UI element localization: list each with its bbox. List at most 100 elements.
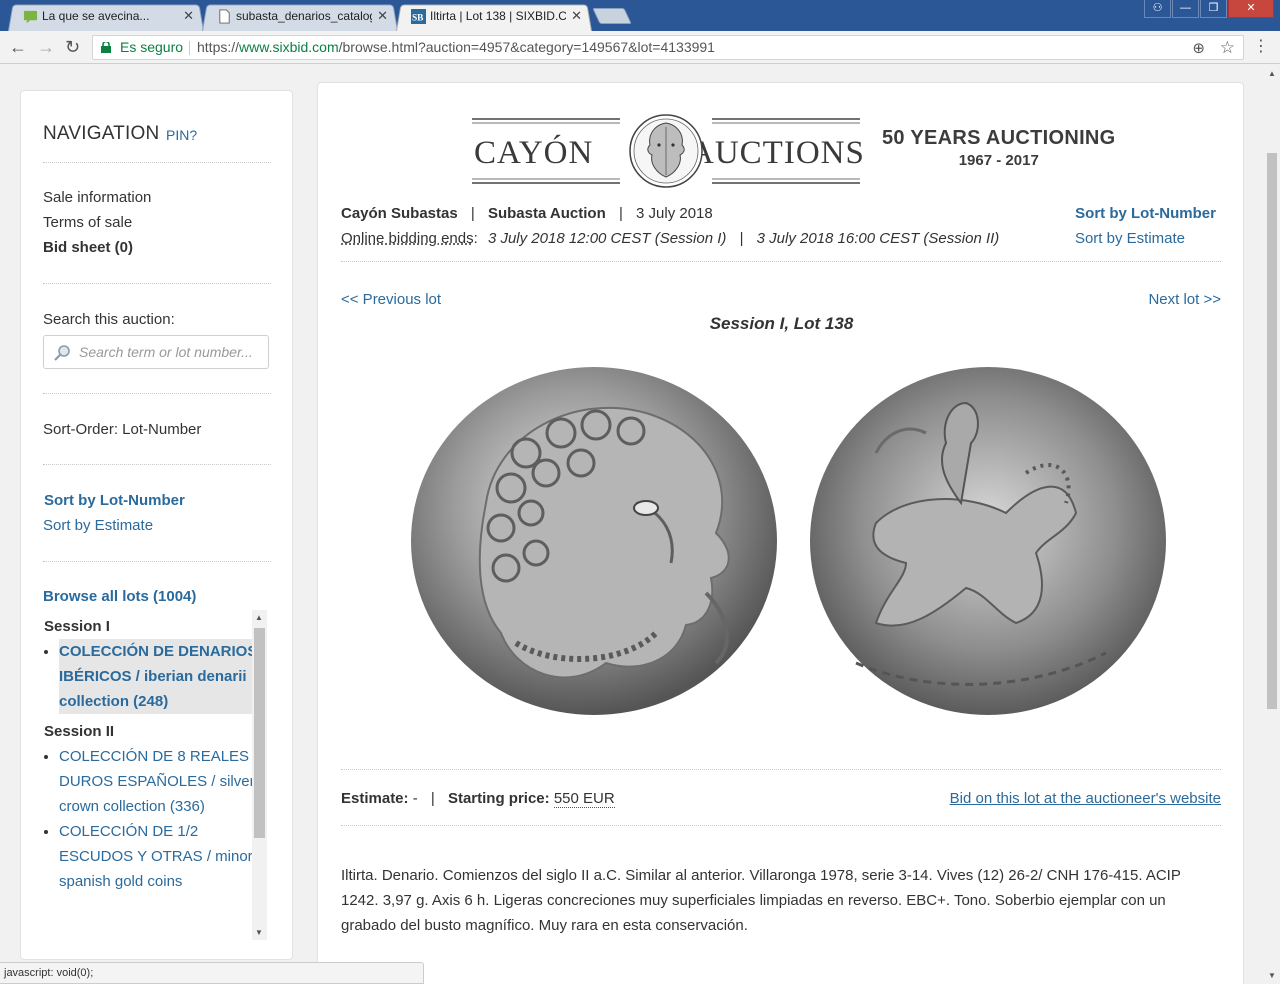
previous-lot-link[interactable]: << Previous lot [341, 291, 441, 308]
lock-icon [101, 42, 111, 53]
address-bar[interactable]: Es seguro https://www.sixbid.com/browse.… [92, 35, 1244, 60]
anniversary-line-1: 50 YEARS AUCTIONING [882, 127, 1116, 149]
bid-sheet-link[interactable]: Bid sheet (0) [43, 239, 133, 256]
search-input[interactable] [77, 342, 263, 362]
sort-by-estimate-link[interactable]: Sort by Estimate [43, 517, 153, 534]
divider [341, 769, 1221, 770]
sort-by-estimate-link[interactable]: Sort by Estimate [1075, 230, 1185, 247]
browse-all-lots-link[interactable]: Browse all lots (1004) [43, 588, 196, 605]
divider [43, 393, 271, 394]
close-tab-icon[interactable]: ✕ [183, 3, 194, 29]
coin-obverse [411, 367, 777, 715]
scroll-thumb[interactable] [1267, 153, 1277, 709]
bidding-ends-label[interactable]: Online bidding ends [341, 230, 474, 247]
divider [341, 261, 1221, 262]
reload-icon[interactable]: ↻ [65, 36, 80, 58]
next-lot-link[interactable]: Next lot >> [1148, 291, 1221, 308]
sort-by-lot-number-link[interactable]: Sort by Lot-Number [44, 492, 185, 509]
tab-strip: La que se avecina... ✕ subasta_denarios_… [0, 0, 1280, 31]
divider [43, 162, 271, 163]
divider [43, 283, 271, 284]
auction-date: 3 July 2018 [636, 205, 713, 222]
bidding-ends-line: Online bidding ends: 3 July 2018 12:00 C… [341, 230, 1000, 247]
back-arrow-icon[interactable]: ← [9, 36, 27, 58]
forward-arrow-icon[interactable]: → [37, 36, 55, 58]
category-ul: COLECCIÓN DE 8 REALES y DUROS ESPAÑOLES … [43, 744, 267, 894]
scroll-down-icon[interactable]: ▼ [1268, 971, 1276, 980]
starting-price-value[interactable]: 550 EUR [553, 790, 615, 808]
sale-information-link[interactable]: Sale information [43, 189, 151, 206]
tab-2[interactable]: subasta_denarios_catalog ✕ [202, 3, 398, 31]
session-heading: Session I [44, 618, 110, 635]
window-controls: ⚇ — ❐ ✕ [1143, 0, 1274, 20]
session-heading: Session II [44, 723, 115, 740]
coin-image[interactable] [406, 363, 1166, 723]
sort-order-text: Sort-Order: Lot-Number [43, 421, 202, 438]
auction-info-line: Cayón Subastas | Subasta Auction | 3 Jul… [341, 205, 713, 222]
search-box[interactable] [43, 335, 269, 369]
divider [341, 825, 1221, 826]
search-icon [54, 345, 70, 361]
minimize-icon[interactable]: — [1172, 0, 1199, 18]
anniversary-line-2: 1967 - 2017 [958, 152, 1039, 169]
page-content: NAVIGATION PIN? Sale information Terms o… [0, 65, 1264, 984]
bid-on-lot-link[interactable]: Bid on this lot at the auctioneer's webs… [950, 790, 1221, 807]
sort-by-lot-number-link[interactable]: Sort by Lot-Number [1075, 205, 1216, 222]
search-label: Search this auction: [43, 311, 175, 328]
close-tab-icon[interactable]: ✕ [571, 3, 582, 29]
sixbid-icon: SB [411, 9, 426, 24]
pin-link[interactable]: PIN? [166, 127, 197, 143]
category-list[interactable]: Session I COLECCIÓN DE DENARIOS IBÉRICOS… [43, 610, 267, 940]
tab-1-title: La que se avecina... [42, 9, 150, 23]
menu-kebab-icon[interactable]: ⋮ [1253, 37, 1269, 57]
category-item[interactable]: COLECCIÓN DE 8 REALES y DUROS ESPAÑOLES … [59, 744, 267, 819]
scroll-thumb[interactable] [254, 628, 265, 838]
close-tab-icon[interactable]: ✕ [377, 3, 388, 29]
anniversary-text: 50 YEARS AUCTIONING 1967 - 2017 [882, 127, 1116, 169]
close-window-icon[interactable]: ✕ [1228, 0, 1274, 18]
page-scrollbar[interactable]: ▲ ▼ [1264, 65, 1280, 984]
category-item-selected[interactable]: COLECCIÓN DE DENARIOS IBÉRICOS / iberian… [59, 639, 267, 714]
category-link[interactable]: COLECCIÓN DE 8 REALES y DUROS ESPAÑOLES … [59, 748, 261, 815]
logo-right-text: AUCTIONS [690, 135, 862, 171]
logo-left-text: CAYÓN [474, 133, 593, 171]
auction-house: Cayón Subastas [341, 205, 458, 222]
tab-1[interactable]: La que se avecina... ✕ [8, 3, 204, 31]
zoom-icon[interactable]: ⊕ [1192, 37, 1205, 60]
estimate-value: - [412, 790, 418, 807]
session-1-end: 3 July 2018 12:00 CEST (Session I) [487, 230, 727, 247]
navigation-title: NAVIGATION [43, 123, 160, 144]
new-tab-button[interactable] [592, 8, 632, 24]
lot-description: Iltirta. Denario. Comienzos del siglo II… [341, 867, 1181, 934]
category-link[interactable]: COLECCIÓN DE DENARIOS IBÉRICOS / iberian… [59, 643, 257, 710]
lot-panel: CAYÓN AUCTIONS 50 YEARS AUCTIONING 1967 … [317, 82, 1244, 984]
secure-label: Es seguro [120, 39, 184, 55]
bookmark-star-icon[interactable]: ☆ [1220, 36, 1235, 59]
tab-3-active[interactable]: SB Iltirta | Lot 138 | SIXBID.C ✕ [396, 3, 592, 31]
terms-of-sale-link[interactable]: Terms of sale [43, 214, 132, 231]
navigation-panel: NAVIGATION PIN? Sale information Terms o… [20, 90, 293, 960]
url-text[interactable]: https://www.sixbid.com/browse.html?aucti… [197, 36, 715, 59]
chat-icon [23, 10, 38, 24]
category-item[interactable]: COLECCIÓN DE 1/2 ESCUDOS Y OTRAS / minor… [59, 819, 267, 894]
coin-reverse [810, 367, 1166, 715]
scroll-up-icon[interactable]: ▲ [1268, 69, 1276, 78]
svg-text:SB: SB [412, 13, 423, 23]
category-link[interactable]: COLECCIÓN DE 1/2 ESCUDOS Y OTRAS / minor… [59, 823, 253, 890]
maximize-icon[interactable]: ❐ [1200, 0, 1227, 18]
divider [189, 41, 190, 55]
session-2-end: 3 July 2018 16:00 CEST (Session II) [756, 230, 1000, 247]
lot-title: Session I, Lot 138 [709, 314, 854, 333]
scroll-down-icon[interactable]: ▼ [255, 928, 263, 937]
category-scrollbar[interactable]: ▲ ▼ [252, 610, 267, 940]
divider [43, 464, 271, 465]
starting-price-label: Starting price: [447, 790, 550, 807]
browser-toolbar: ← → ↻ Es seguro https://www.sixbid.com/b… [0, 31, 1280, 64]
tab-3-title: Iltirta | Lot 138 | SIXBID.C [430, 9, 566, 23]
price-row: Estimate: - | Starting price: 550 EUR [341, 790, 615, 808]
scroll-up-icon[interactable]: ▲ [255, 613, 263, 622]
category-ul: COLECCIÓN DE DENARIOS IBÉRICOS / iberian… [43, 639, 267, 714]
user-icon[interactable]: ⚇ [1144, 0, 1171, 18]
status-bar: javascript: void(0); [0, 962, 424, 984]
cayon-auctions-logo: CAYÓN AUCTIONS [472, 114, 862, 188]
